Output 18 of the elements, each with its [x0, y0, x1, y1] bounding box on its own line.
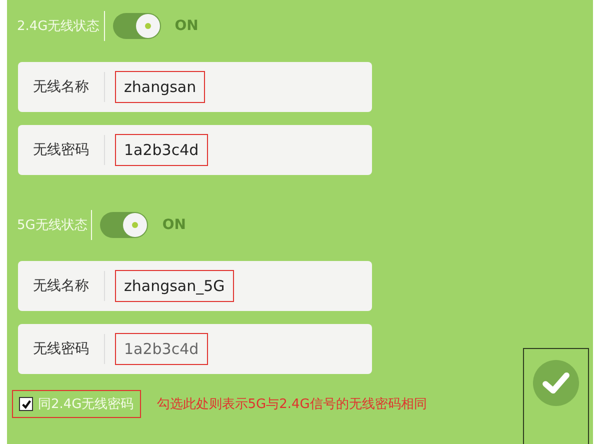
toggle-switch[interactable]: [100, 212, 148, 238]
toggle-switch[interactable]: [112, 13, 161, 39]
status-label: 5G无线状态: [17, 217, 88, 234]
field-label: 无线密码: [32, 141, 90, 159]
check-icon: [532, 359, 580, 407]
field-label: 无线名称: [32, 277, 90, 295]
save-button[interactable]: [523, 348, 589, 444]
checkmark-icon: [20, 398, 32, 410]
status-label: 2.4G无线状态: [17, 18, 100, 35]
input-field[interactable]: zhangsan_5G: [115, 270, 234, 302]
toggle-state-text: ON: [174, 18, 198, 34]
input-field[interactable]: zhangsan: [115, 71, 206, 103]
field-label: 无线名称: [32, 78, 90, 96]
field-label: 无线密码: [32, 340, 90, 358]
input-field[interactable]: 1a2b3c4d: [115, 333, 208, 365]
toggle-state-text: ON: [162, 217, 186, 233]
input-field[interactable]: 1a2b3c4d: [115, 134, 208, 166]
annotation-text: 勾选此处则表示5G与2.4G信号的无线密码相同: [156, 396, 427, 413]
